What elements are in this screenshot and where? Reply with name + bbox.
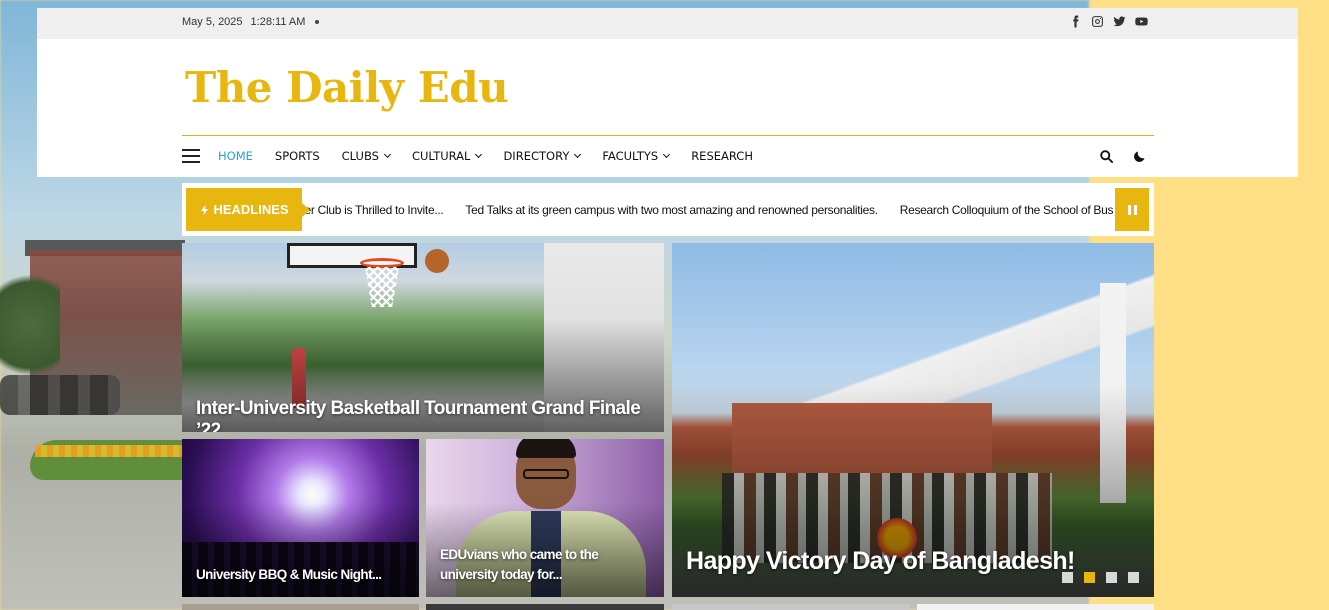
ticker-item[interactable]: Research Colloquium of the School of Bus… [900,203,1114,217]
slider-dots [1062,572,1139,583]
masthead: The Daily Edu HOME SPORTS CLUBS CULTURAL… [37,39,1298,177]
pause-icon [1127,204,1131,215]
ticker-track: ...uter Club is Thrilled to Invite... Te… [302,183,1114,236]
card-peek [917,604,1154,610]
nav-item-label: CLUBS [341,149,379,163]
card-image-hoop [360,258,404,268]
nav-item-label: HOME [218,149,253,163]
chevron-down-icon [663,150,671,159]
nav-item-label: RESEARCH [691,149,753,163]
background-tree [0,260,60,390]
social-links [1069,15,1148,28]
top-bar: May 5, 2025 1:28:11 AM [37,8,1298,39]
nav-divider [182,135,1154,136]
date-time: May 5, 2025 1:28:11 AM [182,16,320,28]
instagram-icon[interactable] [1091,15,1104,28]
youtube-icon[interactable] [1135,15,1148,28]
headlines-label-text: HEADLINES [213,202,289,217]
twitter-icon[interactable] [1113,15,1126,28]
nav-tools [1099,149,1147,169]
nav-item-label: CULTURAL [411,149,471,163]
slider-dot[interactable] [1128,572,1139,583]
card-peek [426,604,664,610]
pause-button[interactable] [1115,188,1149,231]
card-image-ball [425,249,449,273]
headlines-ticker: HEADLINES ...uter Club is Thrilled to In… [182,183,1154,236]
card-title[interactable]: Happy Victory Day of Bangladesh! [686,547,1075,576]
ticker-item[interactable]: Ted Talks at its green campus with two m… [465,203,878,217]
nav-item-facultys[interactable]: FACULTYS [602,149,671,163]
background-flowerbed [35,445,182,457]
nav-item-home[interactable]: HOME [218,149,253,163]
card-title[interactable]: University BBQ & Music Night... [196,567,382,582]
nav-item-clubs[interactable]: CLUBS [341,149,391,163]
card-image-net [365,267,399,307]
time-dot [315,20,320,25]
main-nav: HOME SPORTS CLUBS CULTURAL DIRECTORY FAC… [182,145,775,167]
site-logo[interactable]: The Daily Edu [185,63,509,112]
nav-item-sports[interactable]: SPORTS [275,149,320,163]
slider-dot-active[interactable] [1084,572,1095,583]
card-peek [672,604,910,610]
current-time: 1:28:11 AM [250,16,306,28]
chevron-down-icon [574,150,582,159]
card-image-glasses [523,469,569,479]
nav-item-label: FACULTYS [602,149,659,163]
card-shade [182,502,419,597]
card-basketball[interactable]: Inter-University Basketball Tournament G… [182,243,664,432]
facebook-icon[interactable] [1069,15,1082,28]
card-peek [182,604,419,610]
nav-item-label: SPORTS [274,149,320,163]
nav-item-research[interactable]: RESEARCH [691,149,753,163]
slider-dot[interactable] [1106,572,1117,583]
slider-dot[interactable] [1062,572,1073,583]
card-title[interactable]: Inter-University Basketball Tournament G… [196,398,664,432]
card-victory-day[interactable]: Happy Victory Day of Bangladesh! [672,243,1154,597]
chevron-down-icon [383,150,391,159]
current-date: May 5, 2025 [182,16,243,28]
card-bbq-music-night[interactable]: University BBQ & Music Night... [182,439,419,597]
background-motorbikes [0,375,120,415]
moon-icon[interactable] [1132,149,1147,169]
nav-item-directory[interactable]: DIRECTORY [503,149,582,163]
card-eduvians[interactable]: EDUvians who came to the university toda… [426,439,664,597]
ticker-item[interactable]: ...uter Club is Thrilled to Invite... [302,203,444,217]
headlines-label: HEADLINES [186,188,310,231]
search-icon[interactable] [1099,149,1114,169]
chevron-down-icon [475,150,483,159]
lightning-icon [201,204,209,215]
card-title[interactable]: EDUvians who came to the university toda… [440,545,640,585]
nav-item-label: DIRECTORY [503,149,570,163]
hamburger-menu-icon[interactable] [182,149,200,163]
card-image-hair [516,439,576,458]
nav-item-cultural[interactable]: CULTURAL [411,149,483,163]
